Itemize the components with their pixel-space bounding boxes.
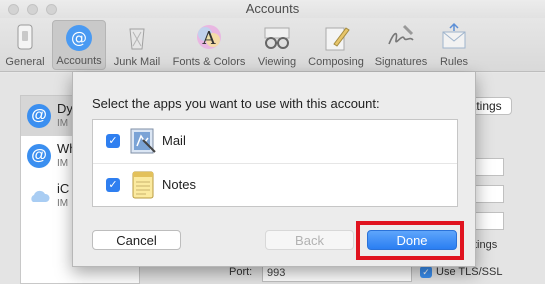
at-sign-icon: @ (27, 104, 51, 128)
app-list: ✓ Mail ✓ Notes (92, 119, 458, 207)
svg-text:A: A (202, 28, 217, 49)
preferences-toolbar: General @ Accounts Junk Mail A Fonts & C… (0, 18, 545, 72)
back-button[interactable]: Back (265, 230, 354, 250)
use-ssl-checkbox[interactable]: ✓ (420, 266, 432, 278)
app-name: Mail (162, 133, 186, 148)
notes-icon (132, 171, 154, 199)
tab-viewing[interactable]: Viewing (252, 20, 302, 70)
highlight-box (356, 221, 464, 260)
mail-checkbox[interactable]: ✓ (106, 134, 120, 148)
trash-icon (129, 28, 145, 50)
at-sign-icon: @ (66, 25, 92, 51)
tab-fonts-colors[interactable]: A Fonts & Colors (168, 20, 250, 70)
cancel-button[interactable]: Cancel (92, 230, 181, 250)
settings-label: tings (474, 239, 498, 251)
tab-rules[interactable]: Rules (434, 20, 474, 70)
list-item: ✓ Notes (93, 163, 457, 206)
glasses-icon (264, 27, 290, 49)
svg-text:@: @ (71, 28, 87, 47)
title-bar: Accounts (0, 0, 545, 18)
color-font-icon: A (197, 25, 221, 49)
switch-icon (17, 24, 33, 50)
tab-accounts[interactable]: @ Accounts (52, 20, 106, 70)
close-window-button[interactable] (8, 4, 19, 15)
tab-signatures[interactable]: Signatures (370, 20, 432, 70)
signature-icon (388, 24, 414, 45)
cloud-icon (31, 190, 50, 202)
list-item: ✓ Mail (93, 120, 457, 163)
app-name: Notes (162, 177, 196, 192)
notes-checkbox[interactable]: ✓ (106, 178, 120, 192)
rules-envelope-icon (442, 22, 466, 49)
pencil-icon (325, 27, 350, 51)
sheet-prompt: Select the apps you want to use with thi… (92, 96, 380, 111)
minimize-window-button[interactable] (27, 4, 38, 15)
port-label: Port: (229, 266, 253, 278)
account-settings-button[interactable]: ttings (470, 97, 512, 115)
zoom-window-button[interactable] (46, 4, 57, 15)
tab-junk-mail[interactable]: Junk Mail (110, 20, 164, 70)
tab-general[interactable]: General (2, 20, 48, 70)
mail-stamp-icon (130, 128, 156, 154)
use-ssl-label: Use TLS/SSL (436, 266, 503, 278)
window-title: Accounts (245, 1, 300, 16)
tab-composing[interactable]: Composing (304, 20, 368, 70)
at-sign-icon: @ (27, 144, 51, 168)
